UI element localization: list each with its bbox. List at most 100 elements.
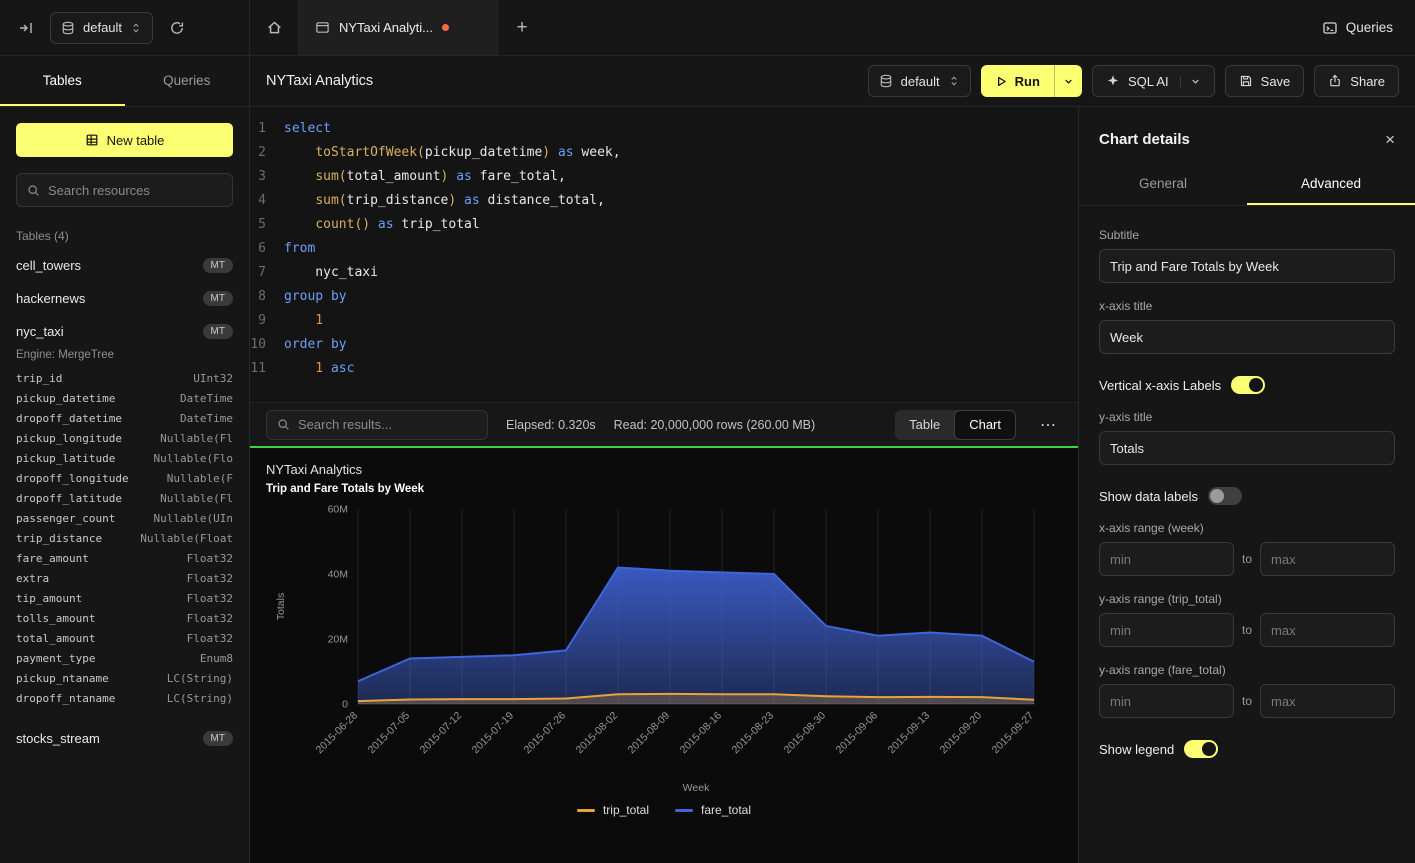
home-tab[interactable]: [250, 0, 298, 55]
query-tab[interactable]: NYTaxi Analyti...: [298, 0, 498, 55]
column-row: fare_amountFloat32: [0, 548, 249, 568]
workspace: NYTaxi Analytics default Run: [250, 56, 1415, 863]
editor-line: 11 1 asc: [250, 357, 1078, 381]
more-options-button[interactable]: ⋯: [1034, 413, 1062, 437]
chart-details-panel: Chart details × General Advanced Subtitl…: [1078, 107, 1415, 863]
xrange-min-input[interactable]: [1099, 542, 1234, 576]
svg-text:2015-08-23: 2015-08-23: [730, 710, 777, 757]
topbar-left: default: [0, 0, 250, 55]
subtitle-input[interactable]: [1099, 249, 1395, 283]
run-database-selector[interactable]: default: [868, 65, 971, 97]
column-row: trip_distanceNullable(Float: [0, 528, 249, 548]
xrange-max-input[interactable]: [1260, 542, 1395, 576]
panel-header: Chart details ×: [1079, 107, 1415, 166]
results-chart[interactable]: 020M40M60MTotals2015-06-282015-07-052015…: [266, 499, 1062, 799]
engine-badge: MT: [203, 324, 233, 339]
sidebar-tab-tables[interactable]: Tables: [0, 56, 125, 106]
tab-general[interactable]: General: [1079, 166, 1247, 205]
chart-view-button[interactable]: Chart: [954, 410, 1016, 440]
yrange-fare-label: y-axis range (fare_total): [1099, 663, 1395, 677]
editor-line: 3 sum(total_amount) as fare_total,: [250, 165, 1078, 189]
search-results-box[interactable]: [266, 410, 488, 440]
vertical-xaxis-toggle[interactable]: [1231, 376, 1265, 394]
xaxis-title-label: x-axis title: [1099, 299, 1395, 313]
yrange-fare-min-input[interactable]: [1099, 684, 1234, 718]
search-results-input[interactable]: [298, 417, 477, 432]
legend-item[interactable]: trip_total: [577, 803, 649, 817]
legend-item[interactable]: fare_total: [675, 803, 751, 817]
close-panel-button[interactable]: ×: [1385, 131, 1395, 148]
search-resources-box[interactable]: [16, 173, 233, 207]
xrange-label: x-axis range (week): [1099, 521, 1395, 535]
query-tab-title: NYTaxi Analyti...: [339, 20, 433, 35]
table-item[interactable]: hackernewsMT: [0, 282, 249, 315]
database-selector[interactable]: default: [50, 12, 153, 44]
svg-text:2015-08-30: 2015-08-30: [782, 710, 829, 757]
home-icon: [266, 19, 283, 36]
table-item[interactable]: nyc_taxiMT: [0, 315, 249, 348]
engine-badge: MT: [203, 731, 233, 746]
run-label: Run: [1015, 74, 1040, 89]
share-button[interactable]: Share: [1314, 65, 1399, 97]
new-tab-button[interactable]: +: [498, 0, 546, 55]
legend-swatch: [577, 809, 595, 812]
queries-button[interactable]: Queries: [1322, 20, 1393, 36]
line-number: 2: [250, 141, 284, 165]
column-row: payment_typeEnum8: [0, 648, 249, 668]
svg-text:2015-09-27: 2015-09-27: [990, 710, 1037, 757]
table-view-button[interactable]: Table: [895, 410, 954, 440]
table-item[interactable]: stocks_streamMT: [0, 722, 249, 755]
search-resources-input[interactable]: [48, 183, 222, 198]
database-icon: [879, 74, 893, 88]
svg-text:Totals: Totals: [275, 593, 287, 620]
run-database-value: default: [901, 74, 940, 89]
results-toolbar: Elapsed: 0.320s Read: 20,000,000 rows (2…: [250, 402, 1078, 448]
search-icon: [277, 418, 290, 431]
sql-ai-button[interactable]: SQL AI: [1092, 65, 1215, 97]
view-toggle: Table Chart: [895, 410, 1016, 440]
show-legend-toggle[interactable]: [1184, 740, 1218, 758]
editor-line: 9 1: [250, 309, 1078, 333]
share-label: Share: [1350, 74, 1385, 89]
yrange-trip-min-input[interactable]: [1099, 613, 1234, 647]
data-labels-label: Show data labels: [1099, 489, 1198, 504]
svg-text:2015-09-06: 2015-09-06: [834, 710, 881, 757]
table-name: cell_towers: [16, 258, 203, 273]
sql-editor[interactable]: 1select2 toStartOfWeek(pickup_datetime) …: [250, 107, 1078, 402]
yrange-fare-max-input[interactable]: [1260, 684, 1395, 718]
vertical-xaxis-label: Vertical x-axis Labels: [1099, 378, 1221, 393]
xrange-row: to: [1099, 542, 1395, 576]
editor-line: 6from: [250, 237, 1078, 261]
collapse-sidebar-icon: [18, 20, 34, 36]
editor-line: 8group by: [250, 285, 1078, 309]
column-row: passenger_countNullable(UIn: [0, 508, 249, 528]
save-button[interactable]: Save: [1225, 65, 1305, 97]
xaxis-title-input[interactable]: [1099, 320, 1395, 354]
refresh-button[interactable]: [165, 16, 189, 40]
new-table-button[interactable]: New table: [16, 123, 233, 157]
tab-advanced[interactable]: Advanced: [1247, 166, 1415, 205]
save-icon: [1239, 74, 1253, 88]
chart-subtitle: Trip and Fare Totals by Week: [266, 483, 1062, 495]
run-button-main[interactable]: Run: [981, 65, 1054, 97]
legend-label: trip_total: [603, 803, 649, 817]
sidebar-tab-queries[interactable]: Queries: [125, 56, 250, 106]
table-item[interactable]: cell_towersMT: [0, 249, 249, 282]
data-labels-toggle[interactable]: [1208, 487, 1242, 505]
legend-label: fare_total: [701, 803, 751, 817]
editor-line: 2 toStartOfWeek(pickup_datetime) as week…: [250, 141, 1078, 165]
elapsed-text: Elapsed: 0.320s: [506, 418, 596, 432]
editor-line: 1select: [250, 117, 1078, 141]
run-dropdown-caret[interactable]: [1054, 65, 1082, 97]
editor-line: 4 sum(trip_distance) as distance_total,: [250, 189, 1078, 213]
line-number: 3: [250, 165, 284, 189]
svg-text:2015-07-05: 2015-07-05: [366, 710, 413, 757]
yrange-trip-max-input[interactable]: [1260, 613, 1395, 647]
run-button[interactable]: Run: [981, 65, 1082, 97]
line-number: 8: [250, 285, 284, 309]
column-row: pickup_longitudeNullable(Fl: [0, 428, 249, 448]
unsaved-changes-dot: [442, 24, 449, 31]
sql-ai-dropdown-caret[interactable]: [1180, 76, 1201, 87]
yaxis-title-input[interactable]: [1099, 431, 1395, 465]
collapse-sidebar-button[interactable]: [14, 16, 38, 40]
